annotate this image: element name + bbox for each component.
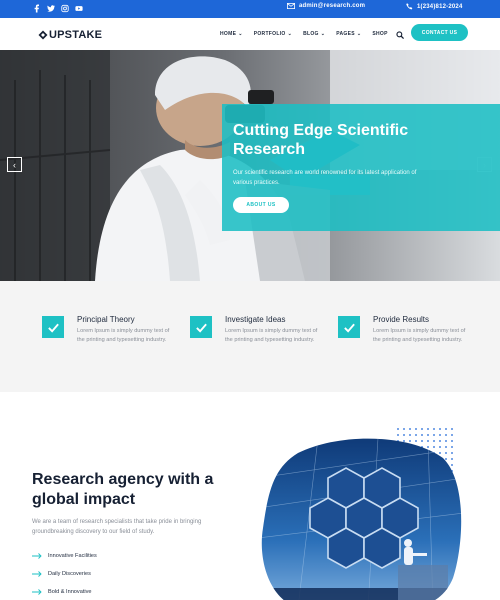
nav-item-portfolio[interactable]: PORTFOLIO ⌄ [254, 31, 292, 37]
email-contact[interactable]: admin@research.com [287, 3, 365, 9]
nav-item-pages[interactable]: PAGES ⌄ [336, 31, 361, 37]
feature-text: Lorem Ipsum is simply dummy text of the … [77, 328, 170, 343]
chevron-down-icon: ⌄ [320, 31, 326, 37]
nav-label-blog: BLOG [303, 31, 319, 37]
facebook-icon[interactable] [33, 4, 41, 13]
envelope-icon [287, 3, 295, 9]
arrow-right-icon [32, 589, 42, 595]
list-item-label: Innovative Facilities [48, 553, 97, 559]
chevron-down-icon: ⌄ [287, 31, 293, 37]
phone-contact[interactable]: 1(234)812-2024 [406, 3, 463, 10]
checkmark-box [42, 316, 64, 338]
about-title: Research agency with a global impact [32, 471, 214, 508]
checkmark-icon [47, 323, 59, 333]
hero-title: Cutting Edge Scientific Research [233, 122, 409, 158]
features-section: Principal Theory Lorem Ipsum is simply d… [0, 281, 500, 392]
nav-label-pages: PAGES [336, 31, 355, 37]
social-links [33, 4, 83, 13]
about-description: We are a team of research specialists th… [32, 519, 202, 535]
top-bar: admin@research.com 1(234)812-2024 [0, 0, 500, 18]
list-item: Innovative Facilities [32, 547, 97, 565]
nav-label-shop: SHOP [372, 31, 388, 37]
main-nav: HOME ⌄ PORTFOLIO ⌄ BLOG ⌄ PAGES ⌄ SHOP [220, 31, 388, 37]
instagram-icon[interactable] [61, 4, 69, 13]
chevron-down-icon: ⌄ [238, 31, 243, 37]
arrow-right-icon [32, 571, 42, 577]
nav-item-shop[interactable]: SHOP [372, 31, 387, 37]
nav-item-home[interactable]: HOME ⌄ [220, 31, 243, 37]
checkmark-icon [195, 323, 207, 333]
search-icon[interactable] [396, 31, 404, 39]
nav-label-portfolio: PORTFOLIO [253, 31, 286, 37]
list-item: Daily Discoveries [32, 565, 97, 583]
logo-icon [38, 30, 48, 40]
phone-icon [406, 3, 413, 10]
nav-item-blog[interactable]: BLOG ⌄ [303, 31, 325, 37]
slider-prev-button[interactable]: ‹ [7, 157, 22, 172]
research-telescope-mirror-image [261, 438, 462, 600]
phone-text: 1(234)812-2024 [417, 3, 463, 10]
feature-text: Lorem Ipsum is simply dummy text of the … [373, 328, 466, 343]
list-item-label: Bold & Innovative [48, 589, 92, 595]
youtube-icon[interactable] [75, 4, 83, 13]
arrow-right-icon [32, 553, 42, 559]
logo-text: UPSTAKE [49, 29, 103, 41]
list-item: Bold & Innovative [32, 583, 97, 600]
feature-title: Principal Theory [77, 315, 135, 324]
nav-label-home: HOME [220, 31, 237, 37]
contact-us-button[interactable]: CONTACT US [411, 24, 468, 41]
checkmark-box [190, 316, 212, 338]
hero-description: Our scientific research are world renown… [233, 170, 417, 186]
feature-title: Investigate Ideas [225, 315, 286, 324]
email-text: admin@research.com [299, 3, 366, 9]
checkmark-box [338, 316, 360, 338]
checkmark-icon [343, 323, 355, 333]
twitter-icon[interactable] [47, 4, 55, 13]
list-item-label: Daily Discoveries [48, 571, 91, 577]
about-list: Innovative Facilities Daily Discoveries … [32, 547, 97, 600]
feature-title: Provide Results [373, 315, 430, 324]
feature-text: Lorem Ipsum is simply dummy text of the … [225, 328, 318, 343]
about-us-button[interactable]: ABOUT US [233, 197, 289, 213]
chevron-down-icon: ⌄ [356, 31, 362, 37]
logo[interactable]: UPSTAKE [38, 29, 102, 41]
main-header: UPSTAKE HOME ⌄ PORTFOLIO ⌄ BLOG ⌄ PAGES ⌄ SH… [0, 18, 500, 50]
